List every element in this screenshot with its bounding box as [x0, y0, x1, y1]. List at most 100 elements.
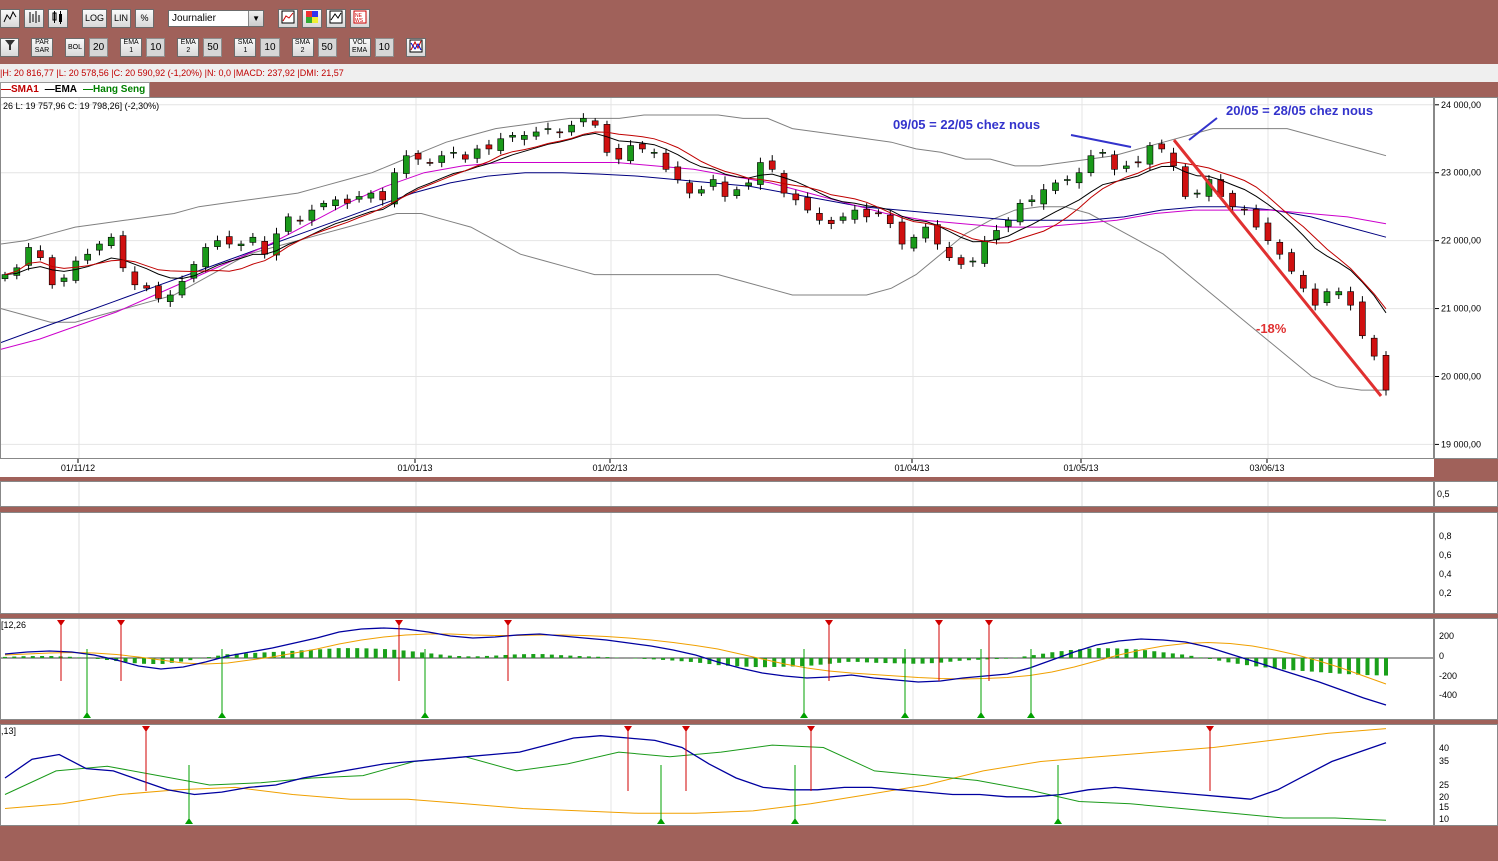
bollinger-period[interactable]: 20: [89, 37, 109, 57]
candle: [1, 271, 9, 282]
ema2-period[interactable]: 50: [203, 37, 223, 57]
candle-body: [650, 152, 658, 154]
candle: [827, 216, 835, 230]
macd-histogram-bar: [327, 648, 332, 658]
candle-body: [1040, 189, 1048, 205]
vol-ema-button[interactable]: VOL EMA: [348, 37, 371, 57]
price-y-axis: 24 000,00 23 000,00 22 000,00 21 000,00 20 0…: [1434, 97, 1498, 459]
compare-button[interactable]: [326, 8, 347, 28]
vol-ema-period[interactable]: 10: [374, 37, 394, 57]
log-scale-button[interactable]: LOG: [82, 8, 108, 28]
macd-histogram-bar: [21, 656, 26, 658]
macd-histogram-bar: [874, 658, 879, 663]
macd-tick: 0: [1439, 651, 1445, 661]
candle-body: [521, 135, 528, 140]
macd-histogram-bar: [688, 658, 693, 662]
candle-body: [178, 281, 186, 296]
indicator-chart-icon: [409, 39, 423, 52]
macd-histogram-bar: [290, 650, 295, 658]
candle-body: [1064, 179, 1071, 181]
macd-tick: 200: [1439, 631, 1455, 641]
indicator-chart-button[interactable]: [405, 37, 426, 57]
y-tick-label: 22 000,00: [1441, 236, 1481, 246]
candle-body: [615, 147, 623, 160]
candle-body: [556, 131, 564, 134]
macd-histogram-bar: [355, 648, 360, 658]
x-tick-label: 01/11/12: [61, 463, 95, 473]
x-tick-label: 03/06/13: [1249, 463, 1284, 473]
line-chart-button[interactable]: [0, 8, 20, 28]
price-panel[interactable]: 09/05 = 22/05 chez nous 20/05 = 28/05 che…: [0, 97, 1434, 459]
candle-body: [332, 199, 339, 207]
sma2-period[interactable]: 50: [317, 37, 337, 57]
macd-histogram-bar: [77, 657, 82, 658]
candle-body: [96, 243, 103, 251]
candle: [96, 241, 103, 256]
percent-scale-button[interactable]: %: [135, 8, 155, 28]
macd-histogram-bar: [1217, 658, 1222, 661]
color-grid-button[interactable]: [302, 8, 323, 28]
buy-signal-marker: [800, 712, 808, 718]
candle-body: [721, 181, 729, 197]
period-select[interactable]: Journalier ▼: [168, 9, 265, 27]
filter-button[interactable]: [0, 37, 19, 57]
macd-histogram-bar: [1087, 648, 1092, 658]
macd-histogram-bar: [549, 654, 554, 658]
chart-settings-button[interactable]: [278, 8, 299, 28]
bollinger-button[interactable]: BOL: [65, 37, 86, 57]
macd-panel[interactable]: [12,26: [0, 618, 1434, 720]
macd-histogram-bar: [540, 654, 545, 658]
macd-line: [4, 627, 1387, 706]
candle: [84, 248, 91, 265]
candle-body: [1347, 291, 1354, 306]
candle: [48, 254, 56, 289]
lin-scale-button[interactable]: LIN: [111, 8, 132, 28]
macd-histogram-bar: [994, 658, 999, 660]
candle: [898, 216, 906, 250]
par-sar-button[interactable]: PAR SAR: [31, 37, 53, 57]
ema1-period[interactable]: 10: [146, 37, 166, 57]
macd-histogram-bar: [1161, 652, 1166, 658]
candle: [1075, 167, 1083, 189]
candlestick-button[interactable]: [48, 8, 68, 28]
macd-histogram-bar: [67, 656, 72, 658]
candle-body: [1052, 182, 1059, 191]
candle-body: [1323, 291, 1331, 304]
candle: [214, 235, 221, 250]
indicator-panel-1[interactable]: [0, 481, 1434, 507]
bar-chart-button[interactable]: [24, 8, 44, 28]
macd-histogram-bar: [1189, 655, 1194, 658]
dmi-chart[interactable]: [1, 725, 1433, 825]
macd-histogram-bar: [1309, 658, 1314, 672]
macd-histogram-bar: [160, 658, 165, 664]
ema2-button[interactable]: EMA 2: [177, 37, 200, 57]
sma1-period[interactable]: 10: [260, 37, 280, 57]
macd-histogram-bar: [1356, 658, 1361, 675]
dmi-panel[interactable]: ,13]: [0, 724, 1434, 826]
candle-body: [438, 155, 446, 163]
candle-body: [214, 240, 221, 247]
macd-chart[interactable]: [1, 619, 1433, 719]
macd-histogram-bar: [243, 653, 248, 658]
macd-histogram-bar: [345, 648, 350, 658]
indicator-panel-2[interactable]: [0, 512, 1434, 614]
sell-signal-marker: [57, 620, 65, 626]
x-tick-label: 01/01/13: [397, 463, 432, 473]
candle-body: [532, 131, 540, 137]
macd-histogram-bar: [1300, 658, 1305, 671]
candle-body: [816, 213, 823, 221]
sma1-button[interactable]: SMA 1: [234, 37, 257, 57]
candle: [261, 236, 268, 259]
news-button[interactable]: NE WS: [350, 8, 371, 28]
candle: [403, 150, 410, 179]
candle: [426, 158, 434, 167]
macd-histogram-bar: [484, 655, 489, 658]
macd-histogram-bar: [475, 656, 480, 658]
candle-body: [686, 182, 693, 194]
price-chart[interactable]: 09/05 = 22/05 chez nous 20/05 = 28/05 che…: [0, 98, 1433, 458]
macd-histogram-bar: [1180, 654, 1185, 658]
ema1-button[interactable]: EMA 1: [120, 37, 143, 57]
candle: [509, 132, 516, 142]
candle: [119, 230, 127, 272]
sma2-button[interactable]: SMA 2: [291, 37, 314, 57]
